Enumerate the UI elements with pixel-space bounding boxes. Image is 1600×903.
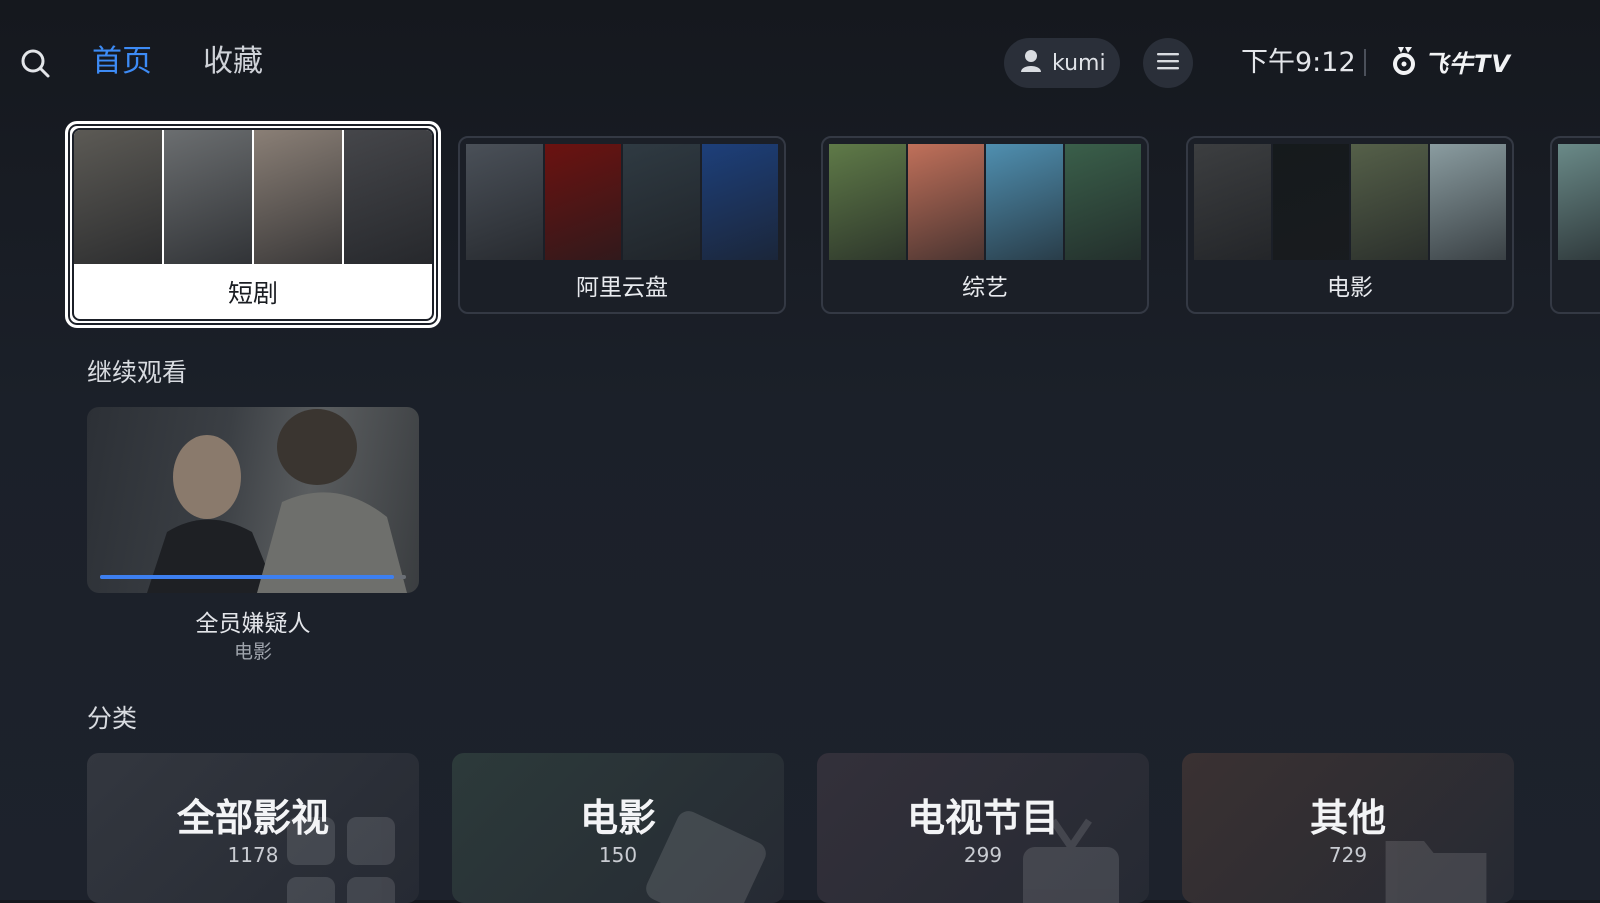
tab-favorites[interactable]: 收藏 [203,42,263,82]
library-label: 综艺 [962,275,1008,301]
section-title-continue-watching: 继续观看 [87,358,188,387]
divider [1364,49,1366,76]
category-tile-all[interactable]: 全部影视 1178 [87,753,419,903]
category-tile-movies[interactable]: 电影 150 [452,753,784,903]
library-posters [466,144,778,260]
brand-logo-icon [1392,45,1418,79]
category-count: 1178 [227,843,279,867]
menu-button[interactable] [1143,38,1193,88]
user-button[interactable]: kumi [1004,38,1120,88]
poster-image [907,144,984,260]
poster-image [623,144,700,260]
library-card-short-drama[interactable]: 短剧 [65,121,441,328]
top-bar: 首页 收藏 kumi 下午9:12 飞牛TV [0,0,1600,124]
library-label: 阿里云盘 [576,275,668,301]
library-label: 电影 [1327,275,1373,301]
brand-logo: 飞牛TV [1392,44,1511,79]
category-name: 全部影视 [176,796,329,840]
poster-image [701,144,778,260]
poster-image [1558,144,1600,260]
library-card-partial[interactable] [1550,136,1600,314]
poster-image [164,130,252,264]
poster-image [1351,144,1428,260]
section-title-categories: 分类 [87,704,138,733]
category-name: 电视节目 [906,796,1059,840]
progress-bar-fill [100,575,394,579]
continue-watching-subtitle: 电影 [233,641,272,663]
continue-watching-title: 全员嫌疑人 [195,611,311,637]
poster-image [1064,144,1141,260]
poster-image [74,130,162,264]
library-card-variety[interactable]: 综艺 [821,136,1149,314]
clock: 下午9:12 [1241,47,1356,78]
thumbnail-image [147,409,407,593]
library-posters [1558,144,1600,260]
category-tile-tv[interactable]: 电视节目 299 [817,753,1149,903]
library-label: 短剧 [227,279,278,308]
category-name: 电影 [579,796,656,840]
library-posters [74,130,432,264]
poster-image [1272,144,1349,260]
poster-image [986,144,1063,260]
library-card-movies[interactable]: 电影 [1186,136,1514,314]
progress-bar [100,575,406,579]
continue-watching-card[interactable] [87,407,419,593]
poster-image [544,144,621,260]
category-name: 其他 [1309,796,1386,840]
poster-image [466,144,543,260]
library-posters [1194,144,1506,260]
poster-image [1194,144,1271,260]
category-count: 729 [1328,843,1368,867]
poster-image [254,130,342,264]
library-card-aliyun-drive[interactable]: 阿里云盘 [458,136,786,314]
poster-image [1429,144,1506,260]
category-count: 299 [963,843,1003,867]
menu-icon [1156,51,1180,75]
category-count: 150 [598,843,638,867]
category-tile-other[interactable]: 其他 729 [1182,753,1514,903]
user-name: kumi [1052,50,1106,76]
user-icon [1020,49,1042,77]
poster-image [344,130,432,264]
search-icon[interactable] [18,46,52,80]
library-posters [829,144,1141,260]
tab-home[interactable]: 首页 [92,42,152,82]
poster-image [829,144,906,260]
brand-name: 飞牛TV [1424,50,1511,78]
